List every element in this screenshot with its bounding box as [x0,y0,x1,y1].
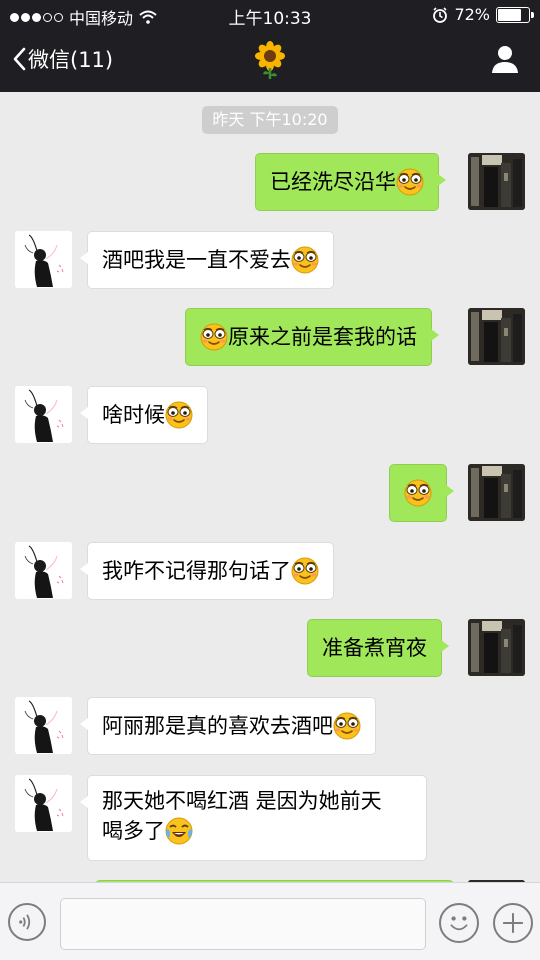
voice-icon[interactable] [8,903,46,941]
message-bubble[interactable]: 酒吧我是一直不爱去 [80,231,334,289]
back-button[interactable]: 微信(11) [12,44,113,74]
sunflower-icon [255,41,285,79]
my-avatar[interactable] [468,308,525,365]
plus-icon[interactable] [493,903,533,943]
alarm-icon [433,6,448,23]
laugh-cry-emoji-icon [165,817,193,845]
contact-avatar[interactable] [15,231,72,288]
message-text: 啥时候 [102,403,165,427]
emoji-icon[interactable] [439,903,479,943]
my-avatar[interactable] [468,153,525,210]
message-bubble[interactable]: 我咋不记得那句话了 [80,542,334,600]
message-text: 我咋不记得那句话了 [102,559,291,583]
nav-bar: 微信(11) [0,30,540,92]
message-bubble[interactable]: 已经洗尽沿华 [255,153,446,211]
message-text: 酒吧我是一直不爱去 [102,248,291,272]
smirk-emoji-icon [291,246,319,274]
my-avatar[interactable] [468,619,525,676]
contact-avatar[interactable] [15,775,72,832]
header: 中国移动 上午10:33 72% 微信(11) [0,0,540,92]
message-input[interactable] [60,898,426,950]
message-bubble[interactable]: 阿丽那是真的喜欢去酒吧 [80,697,376,755]
message-bubble[interactable]: 啥时候 [80,386,208,444]
my-avatar[interactable] [468,464,525,521]
message-text-line2: 喝多了 [102,819,165,843]
message-text: 已经洗尽沿华 [270,170,396,194]
smirk-emoji-icon [404,479,432,507]
chat-area[interactable]: 昨天 下午10:20 已经洗尽沿华 酒吧我是一直不爱去 原来之前是套我的话 啥时… [0,92,540,882]
person-icon[interactable] [490,44,520,74]
message-text: 原来之前是套我的话 [228,325,417,349]
battery-percent: 72% [454,5,490,24]
input-bar [0,882,540,960]
message-bubble[interactable]: 准备煮宵夜 [307,619,449,677]
battery-icon [496,6,534,23]
message-bubble[interactable]: 原来之前是套我的话 [185,308,439,366]
smirk-emoji-icon [200,323,228,351]
contact-avatar[interactable] [15,542,72,599]
contact-avatar[interactable] [15,386,72,443]
message-bubble[interactable]: 那天她不喝红酒 是因为她前天 喝多了 [80,775,427,861]
message-text: 准备煮宵夜 [322,636,427,660]
message-text: 那天她不喝红酒 是因为她前天 [102,789,382,813]
chat-timestamp: 昨天 下午10:20 [202,106,338,134]
chevron-left-icon [13,47,26,71]
back-label: 微信(11) [28,48,114,72]
contact-avatar[interactable] [15,697,72,754]
smirk-emoji-icon [333,712,361,740]
smirk-emoji-icon [291,557,319,585]
message-text: 阿丽那是真的喜欢去酒吧 [102,714,333,738]
smirk-emoji-icon [165,401,193,429]
status-bar: 中国移动 上午10:33 72% [0,0,540,30]
smirk-emoji-icon [396,168,424,196]
message-bubble[interactable] [389,464,454,522]
